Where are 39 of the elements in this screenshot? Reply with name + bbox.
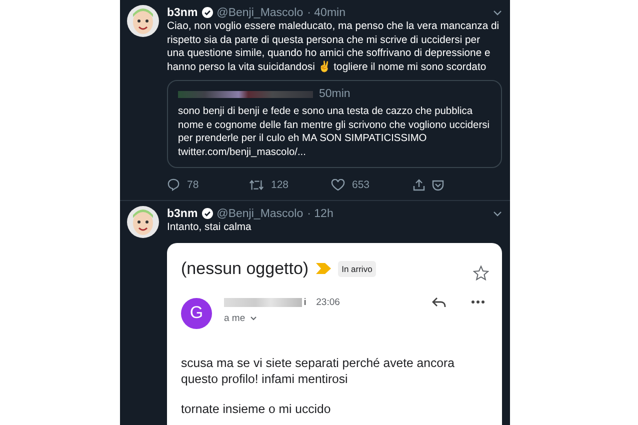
sender-avatar: G [181,298,212,328]
retweet-icon[interactable] [249,178,264,190]
reply-count: 78 [187,178,199,190]
verified-badge-icon [202,7,213,18]
email-paragraph: tornate insieme o mi uccido [181,400,332,416]
like-count: 653 [352,178,370,190]
email-subject: (nessun oggetto) [181,258,309,278]
reply-icon[interactable] [167,178,180,191]
display-name[interactable]: b3nm [167,6,198,18]
avatar-cartoon-icon [130,7,156,35]
more-options-icon[interactable] [471,300,485,304]
email-time: 23:06 [316,296,340,308]
verified-badge-icon [202,208,213,219]
sender-name: i [304,296,306,308]
inbox-label[interactable]: In arrivo [338,260,376,276]
reply-arrow-icon[interactable] [432,296,446,308]
avatar[interactable] [127,5,159,37]
user-handle[interactable]: @Benji_Mascolo [216,6,304,18]
chevron-down-icon[interactable] [493,10,502,16]
tweet-text: Ciao, non voglio essere maleducato, ma penso che la vera mancanza di rispetto sia da parte di questa persona che mi scrive di uccidersi per una questione simile, quando ho amici che soffrivano di depressione e hanno perso la vita suicidandosi ✌ togliere il nome mi sono scordato [167,20,500,74]
email-paragraph: scusa ma se vi siete separati perché avete ancora questo profilo! infami mentirosi [181,354,456,386]
display-name[interactable]: b3nm [167,208,198,220]
star-icon[interactable] [473,264,489,280]
user-handle[interactable]: @Benji_Mascolo [216,208,304,220]
chevron-down-icon[interactable] [250,316,258,320]
tweet-time: · 40min [307,6,346,18]
tweet-text: Intanto, stai calma [167,221,252,234]
tweet-time: · 12h [307,208,334,220]
avatar-cartoon-icon [130,208,156,236]
share-icon[interactable] [413,178,425,190]
importance-marker-icon[interactable] [316,263,331,274]
chevron-down-icon[interactable] [493,210,502,216]
recipient-text[interactable]: a me [224,312,246,324]
retweet-count: 128 [271,178,289,190]
quote-time: 50min [319,88,350,100]
quoted-tweet[interactable] [167,80,502,168]
avatar[interactable] [127,206,159,238]
quote-link[interactable]: twitter.com/benji_mascolo/... [178,146,491,159]
heart-icon[interactable] [331,178,345,190]
